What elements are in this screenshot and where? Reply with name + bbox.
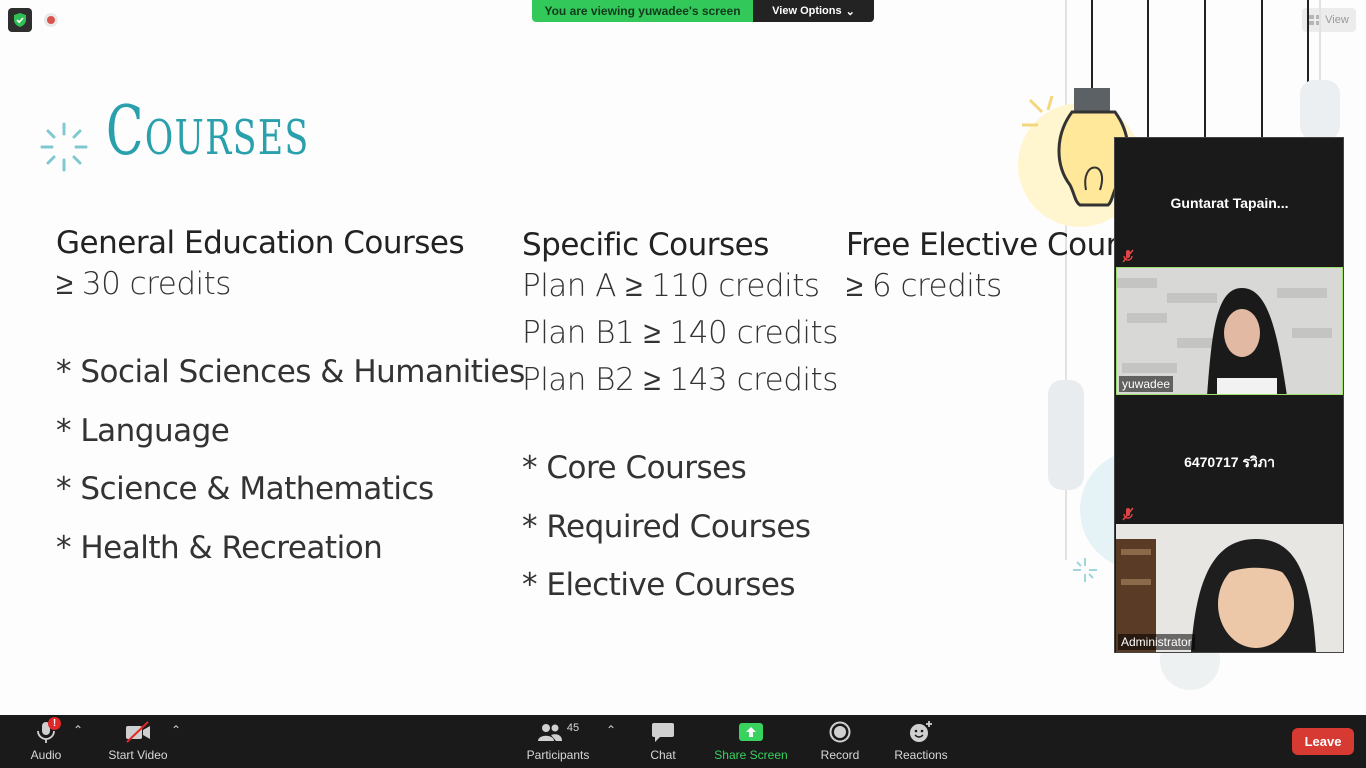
participants-label: Participants: [526, 748, 590, 762]
participants-icon: 45: [530, 719, 586, 745]
participant-tile[interactable]: 6470717 รวิภา: [1116, 396, 1343, 524]
reactions-icon: [906, 719, 936, 745]
participant-name: Guntarat Tapain...: [1170, 195, 1289, 211]
reactions-button[interactable]: Reactions: [892, 715, 950, 768]
specific-courses-list: * Core Courses * Required Courses * Elec…: [522, 446, 811, 622]
record-label: Record: [820, 748, 860, 762]
record-button[interactable]: Record: [818, 715, 862, 768]
share-screen-icon: [736, 719, 766, 745]
general-education-heading: General Education Courses: [56, 225, 465, 261]
general-education-list: * Social Sciences & Humanities * Languag…: [56, 350, 525, 584]
audio-button[interactable]: ! Audio: [24, 715, 68, 768]
video-off-icon: [123, 719, 153, 745]
audio-alert-badge: !: [48, 717, 61, 730]
participant-video-tile[interactable]: Administrator: [1116, 524, 1343, 652]
record-icon: [825, 719, 855, 745]
muted-mic-icon: [1122, 507, 1134, 521]
participants-options-chevron-icon[interactable]: ⌃: [606, 723, 616, 737]
chat-button[interactable]: Chat: [642, 715, 684, 768]
microphone-icon: !: [31, 717, 61, 745]
view-options-label: View Options: [772, 5, 842, 17]
chat-label: Chat: [650, 748, 676, 762]
specific-courses-heading: Specific Courses: [522, 227, 769, 263]
zoom-meeting-window: You are viewing yuwadee's screen View Op…: [0, 0, 1366, 768]
audio-options-chevron-icon[interactable]: ⌃: [73, 723, 83, 737]
security-shield-icon[interactable]: [8, 8, 32, 32]
participant-name: 6470717 รวิภา: [1184, 454, 1275, 470]
share-screen-label: Share Screen: [714, 748, 788, 762]
view-options-button[interactable]: View Options ⌄: [753, 0, 874, 22]
plan-b2-credits: Plan B2 ≥ 143 credits: [522, 362, 838, 398]
participant-name-tag: Administrator: [1118, 634, 1195, 650]
list-item: * Language: [56, 412, 230, 449]
list-item: * Required Courses: [522, 508, 811, 545]
participant-video-tile[interactable]: yuwadee: [1116, 267, 1343, 395]
list-item: * Core Courses: [522, 450, 747, 486]
participants-count: 45: [566, 722, 580, 734]
viewing-text: You are viewing yuwadee's screen: [532, 0, 753, 22]
plan-b1-credits: Plan B1 ≥ 140 credits: [522, 315, 838, 351]
reactions-label: Reactions: [894, 748, 948, 762]
participant-name-tag: yuwadee: [1119, 376, 1174, 392]
participant-tile[interactable]: Guntarat Tapain...: [1116, 138, 1343, 266]
recording-indicator-icon[interactable]: [44, 13, 58, 27]
start-video-label: Start Video: [108, 748, 168, 762]
list-item: * Health & Recreation: [56, 529, 383, 566]
meeting-toolbar: ! Audio ⌃ Start Video ⌃ 45 Participants …: [0, 715, 1366, 768]
chevron-down-icon: ⌄: [845, 5, 855, 18]
audio-label: Audio: [30, 748, 62, 762]
plan-a-credits: Plan A ≥ 110 credits: [522, 268, 820, 304]
share-screen-button[interactable]: Share Screen: [712, 715, 790, 768]
list-item: * Elective Courses: [522, 567, 796, 603]
list-item: * Social Sciences & Humanities: [56, 354, 525, 390]
list-item: * Science & Mathematics: [56, 471, 434, 507]
leave-button[interactable]: Leave: [1292, 728, 1354, 755]
general-education-credits: ≥ 30 credits: [56, 266, 231, 302]
viewing-banner: You are viewing yuwadee's screen View Op…: [532, 0, 874, 22]
muted-mic-icon: [1122, 249, 1134, 263]
general-education-block: General Education Courses ≥ 30 credits: [56, 225, 465, 308]
video-options-chevron-icon[interactable]: ⌃: [171, 723, 181, 737]
video-feed-image: [1116, 524, 1343, 652]
chat-icon: [648, 719, 678, 745]
participants-video-panel: Guntarat Tapain... yuwadee 6470717 รวิภา: [1114, 137, 1344, 653]
specific-courses-block: Specific Courses Plan A ≥ 110 credits Pl…: [522, 227, 838, 404]
slide-title: Courses: [106, 92, 310, 171]
sparkle-icon: [40, 122, 88, 172]
participants-button[interactable]: 45 Participants: [524, 715, 592, 768]
start-video-button[interactable]: Start Video: [104, 715, 172, 768]
